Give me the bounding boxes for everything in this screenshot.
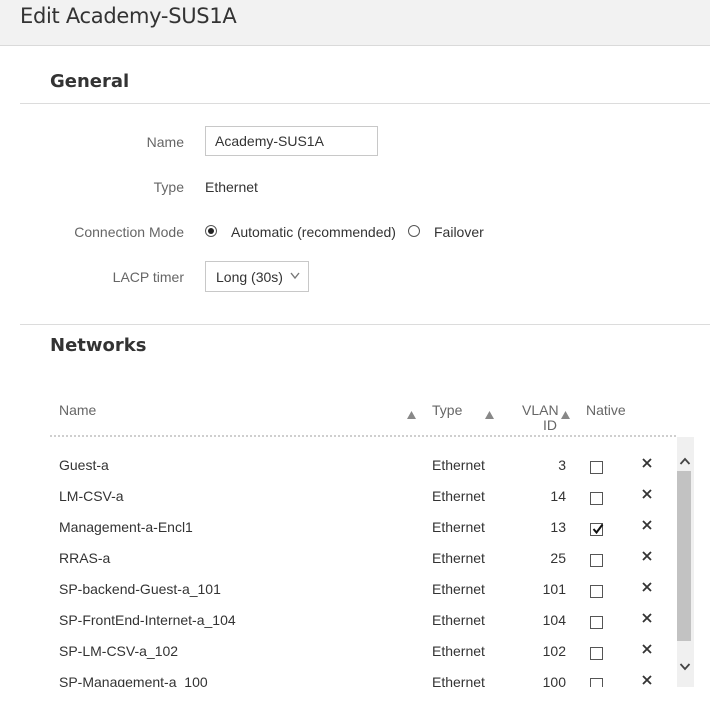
table-row: SP-FrontEnd-Internet-a_104 Ethernet 104	[50, 592, 677, 629]
lacp-timer-value: Long (30s)	[216, 269, 283, 285]
table-row: LM-CSV-a Ethernet 14	[50, 468, 677, 505]
sort-up-icon[interactable]	[561, 406, 570, 419]
type-value: Ethernet	[205, 179, 258, 195]
automatic-radio[interactable]	[205, 225, 217, 237]
close-icon[interactable]	[641, 518, 653, 530]
networks-divider	[20, 324, 710, 325]
name-label: Name	[146, 134, 184, 150]
failover-radio-label[interactable]: Failover	[434, 224, 484, 240]
close-icon[interactable]	[641, 673, 653, 685]
general-divider	[20, 103, 710, 104]
network-name: SP-Management-a_100	[59, 674, 208, 687]
column-header-vlan-id[interactable]: ID	[543, 417, 557, 433]
name-input[interactable]	[205, 126, 378, 156]
chevron-up-icon[interactable]	[679, 453, 691, 465]
table-row: SP-backend-Guest-a_101 Ethernet 101	[50, 561, 677, 598]
table-row: SP-LM-CSV-a_102 Ethernet 102	[50, 623, 677, 660]
network-vlan-id: 100	[542, 674, 566, 687]
column-header-native: Native	[586, 402, 626, 418]
connection-mode-label: Connection Mode	[74, 224, 184, 240]
sort-up-icon[interactable]	[407, 406, 416, 419]
networks-table-body: Guest-a Ethernet 3 LM-CSV-a Ethernet 14 …	[50, 437, 677, 687]
chevron-down-icon[interactable]	[679, 659, 691, 671]
close-icon[interactable]	[641, 549, 653, 561]
column-header-name[interactable]: Name	[59, 402, 96, 418]
general-section-title: General	[50, 71, 130, 92]
close-icon[interactable]	[641, 642, 653, 654]
native-checkbox[interactable]	[590, 678, 603, 687]
close-icon[interactable]	[641, 611, 653, 623]
column-header-type[interactable]: Type	[432, 402, 462, 418]
sort-up-icon[interactable]	[485, 406, 494, 419]
automatic-radio-label[interactable]: Automatic (recommended)	[231, 224, 396, 240]
table-scrollbar[interactable]	[677, 437, 694, 687]
chevron-down-icon	[289, 268, 301, 282]
table-row: Management-a-Encl1 Ethernet 13	[50, 499, 677, 536]
lacp-timer-select[interactable]: Long (30s)	[205, 261, 309, 292]
scrollbar-thumb[interactable]	[677, 471, 691, 641]
page-title: Edit Academy-SUS1A	[20, 4, 237, 28]
table-row: RRAS-a Ethernet 25	[50, 530, 677, 567]
table-row: SP-Management-a_100 Ethernet 100	[50, 654, 677, 687]
failover-radio[interactable]	[408, 225, 420, 237]
column-header-vlan[interactable]: VLAN	[522, 402, 559, 418]
close-icon[interactable]	[641, 487, 653, 499]
table-row: Guest-a Ethernet 3	[50, 437, 677, 474]
networks-section-title: Networks	[50, 335, 147, 356]
page-header: Edit Academy-SUS1A	[0, 0, 710, 46]
lacp-timer-label: LACP timer	[112, 269, 184, 285]
close-icon[interactable]	[641, 580, 653, 592]
type-label: Type	[153, 179, 184, 195]
network-type: Ethernet	[432, 674, 485, 687]
close-icon[interactable]	[641, 456, 653, 468]
